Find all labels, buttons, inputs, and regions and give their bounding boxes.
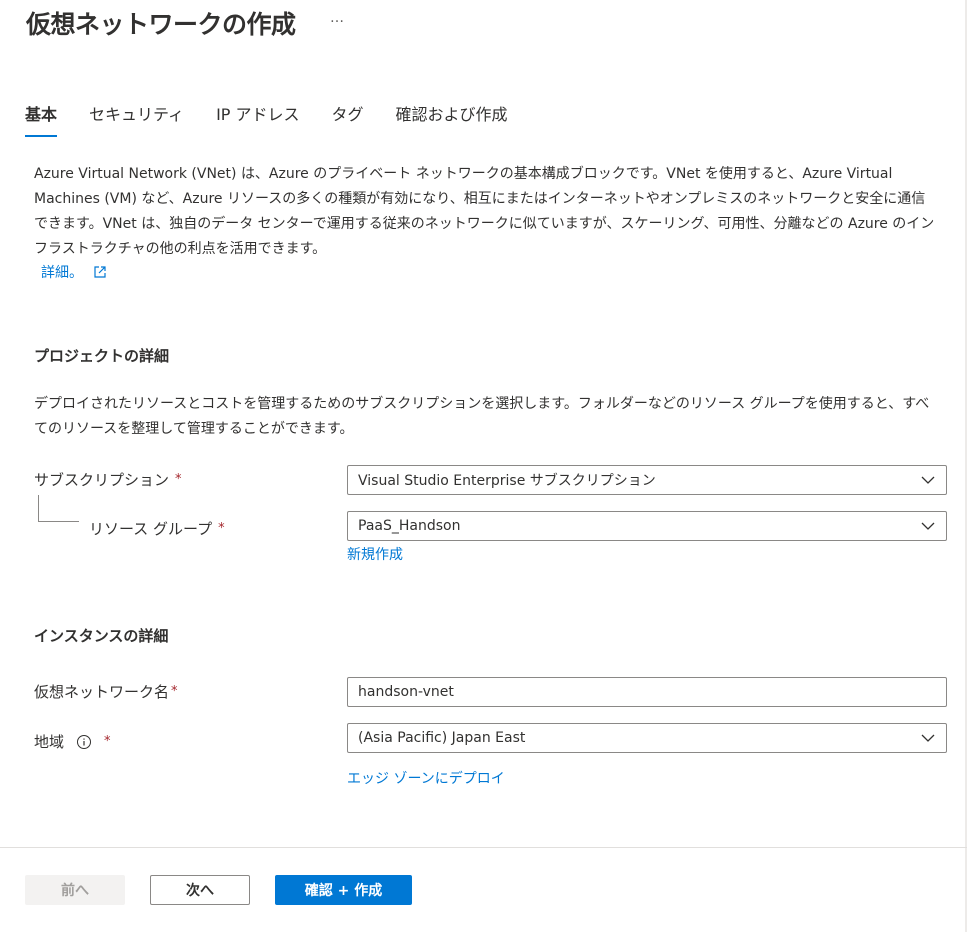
learn-more-label: 詳細。 xyxy=(41,265,83,281)
intro-description: Azure Virtual Network (VNet) は、Azure のプラ… xyxy=(34,166,935,257)
instance-details-heading: インスタンスの詳細 xyxy=(34,627,169,645)
required-marker: * xyxy=(171,684,178,699)
tab-ip-addresses[interactable]: IP アドレス xyxy=(216,103,299,137)
required-marker: * xyxy=(218,521,225,536)
project-details-heading: プロジェクトの詳細 xyxy=(34,347,170,365)
create-new-resource-group-link[interactable]: 新規作成 xyxy=(347,544,403,564)
learn-more-link[interactable]: 詳細。 xyxy=(41,262,107,282)
vnet-name-input[interactable] xyxy=(347,677,947,707)
resource-group-label: リソース グループ * xyxy=(89,518,225,539)
more-options-button[interactable]: … xyxy=(330,10,345,26)
chevron-down-icon xyxy=(921,734,935,742)
deploy-edge-zone-link[interactable]: エッジ ゾーンにデプロイ xyxy=(347,768,505,788)
vnet-name-label-text: 仮想ネットワーク名 xyxy=(34,683,170,701)
resource-group-label-text: リソース グループ xyxy=(89,520,213,538)
previous-button[interactable]: 前へ xyxy=(25,875,125,905)
tab-security[interactable]: セキュリティ xyxy=(89,103,184,137)
tab-tags[interactable]: タグ xyxy=(332,103,364,137)
region-label-text: 地域 xyxy=(34,733,65,751)
info-icon[interactable] xyxy=(76,734,92,750)
required-marker: * xyxy=(175,472,182,487)
tab-review-create[interactable]: 確認および作成 xyxy=(396,103,508,137)
required-marker: * xyxy=(104,734,111,749)
tab-bar: 基本 セキュリティ IP アドレス タグ 確認および作成 xyxy=(25,103,540,139)
resource-group-value: PaaS_Handson xyxy=(358,518,461,534)
tree-connector-horizontal xyxy=(38,521,79,522)
region-value: (Asia Pacific) Japan East xyxy=(358,730,526,746)
subscription-dropdown[interactable]: Visual Studio Enterprise サブスクリプション xyxy=(347,465,947,495)
page-title: 仮想ネットワークの作成 xyxy=(26,10,296,39)
project-details-description: デプロイされたリソースとコストを管理するためのサブスクリプションを選択します。フ… xyxy=(34,396,930,437)
region-dropdown[interactable]: (Asia Pacific) Japan East xyxy=(347,723,947,753)
region-label: 地域 * xyxy=(34,731,111,752)
review-create-button[interactable]: 確認 + 作成 xyxy=(275,875,412,905)
subscription-value: Visual Studio Enterprise サブスクリプション xyxy=(358,473,656,489)
chevron-down-icon xyxy=(921,522,935,530)
subscription-label-text: サブスクリプション xyxy=(34,471,170,489)
chevron-down-icon xyxy=(921,476,935,484)
next-button[interactable]: 次へ xyxy=(150,875,250,905)
external-link-icon xyxy=(94,266,106,278)
subscription-label: サブスクリプション * xyxy=(34,469,182,490)
tree-connector-vertical xyxy=(38,495,39,522)
tab-basics[interactable]: 基本 xyxy=(25,103,58,137)
resource-group-dropdown[interactable]: PaaS_Handson xyxy=(347,511,947,541)
vnet-name-label: 仮想ネットワーク名 * xyxy=(34,681,178,702)
footer-divider xyxy=(0,847,967,848)
